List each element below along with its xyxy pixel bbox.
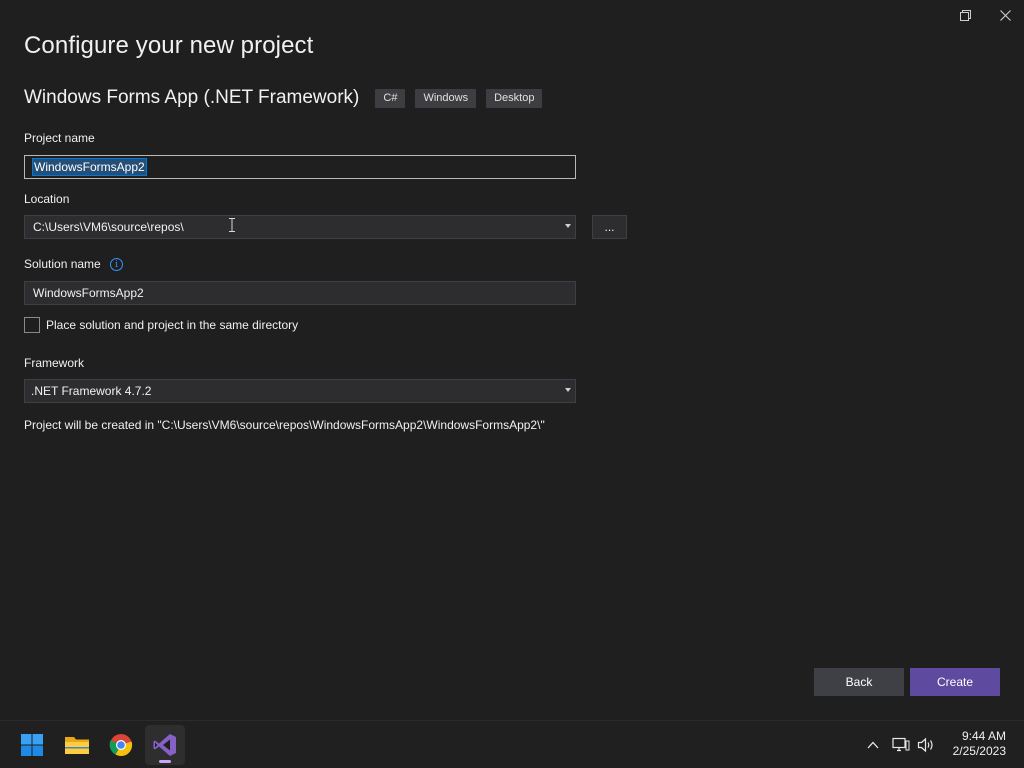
chevron-down-icon[interactable] [565,388,571,392]
restore-button[interactable] [945,0,985,30]
location-combobox[interactable]: C:\Users\VM6\source\repos\ [24,215,576,239]
template-header: Windows Forms App (.NET Framework) C# Wi… [24,86,552,110]
solution-name-value: WindowsFormsApp2 [33,286,144,300]
active-app-indicator [159,760,171,763]
taskbar-visual-studio[interactable] [145,725,185,765]
close-button[interactable] [985,0,1024,30]
framework-label: Framework [24,356,85,370]
volume-icon [917,737,933,753]
volume-button[interactable] [915,721,937,768]
network-icon [892,737,910,752]
tray-overflow-button[interactable] [862,721,884,768]
restore-icon [959,9,971,21]
location-label: Location [24,192,70,206]
info-icon[interactable]: i [110,258,124,272]
clock-time: 9:44 AM [961,729,1006,743]
clock-date: 2/25/2023 [952,744,1006,758]
text-cursor-icon [229,218,235,232]
configure-project-window: Configure your new project Windows Forms… [0,0,1024,720]
back-button[interactable]: Back [814,668,904,696]
start-button[interactable] [12,725,52,765]
system-clock[interactable]: 9:44 AM 2/25/2023 [953,729,1006,759]
close-icon [999,9,1011,21]
browse-button[interactable]: ... [592,215,627,239]
folder-icon [65,737,89,754]
solution-name-input[interactable]: WindowsFormsApp2 [24,281,576,305]
chrome-icon [109,734,133,757]
windows-start-icon [21,734,43,756]
tag-language: C# [375,88,406,108]
template-name: Windows Forms App (.NET Framework) [24,87,360,108]
tag-project-type: Desktop [486,88,543,108]
taskbar-chrome[interactable] [101,725,141,765]
project-name-label: Project name [24,131,95,145]
solution-name-label: Solution name [24,257,101,271]
framework-value: .NET Framework 4.7.2 [31,384,152,398]
visual-studio-icon [153,734,176,756]
tag-platform: Windows [415,88,477,108]
same-directory-label[interactable]: Place solution and project in the same d… [46,318,298,332]
solution-name-label-row: Solution name i [24,257,124,272]
taskbar: 9:44 AM 2/25/2023 [0,720,1024,768]
project-name-input[interactable]: WindowsFormsApp2 [24,155,576,179]
chevron-up-icon [867,741,879,749]
create-button[interactable]: Create [910,668,1000,696]
same-directory-row[interactable]: Place solution and project in the same d… [24,317,298,333]
framework-select[interactable]: .NET Framework 4.7.2 [24,379,576,403]
network-button[interactable] [890,721,912,768]
chevron-down-icon[interactable] [565,224,571,228]
page-title: Configure your new project [24,32,314,59]
project-path-note: Project will be created in "C:\Users\VM6… [24,418,545,432]
project-name-value: WindowsFormsApp2 [32,158,147,176]
location-value: C:\Users\VM6\source\repos\ [33,220,184,234]
taskbar-file-explorer[interactable] [57,725,97,765]
same-directory-checkbox[interactable] [24,317,40,333]
